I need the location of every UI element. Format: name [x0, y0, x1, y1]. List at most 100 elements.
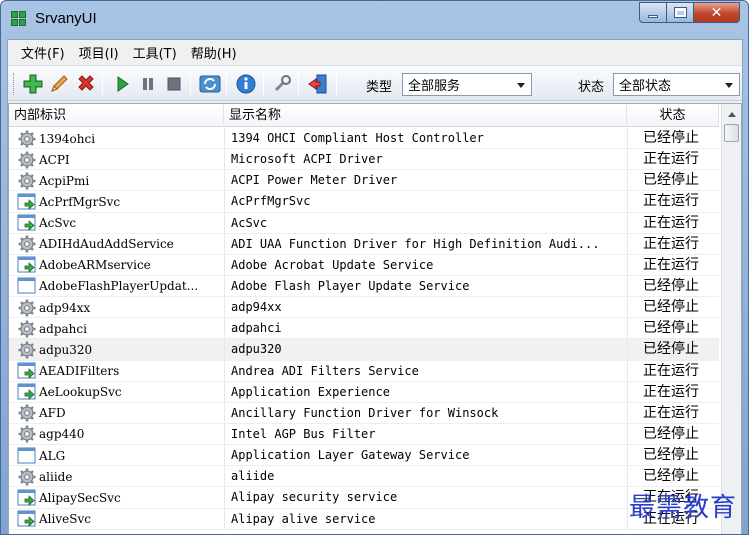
service-status: 已经停止: [643, 320, 699, 337]
gear-icon: [17, 299, 37, 317]
plus-icon: [23, 74, 43, 94]
type-filter-select[interactable]: 全部服务: [402, 73, 532, 96]
service-window-icon: [17, 362, 37, 380]
table-row[interactable]: AEADIFilters Andrea ADI Filters Service 正在…: [9, 360, 719, 382]
service-display-name: Adobe Flash Player Update Service: [231, 278, 470, 293]
blank-window-icon: [17, 277, 37, 295]
column-header-status[interactable]: 状态: [627, 104, 719, 127]
delete-button[interactable]: [75, 73, 97, 95]
service-id: AdobeFlashPlayerUpdat...: [39, 279, 199, 294]
service-id-cell: adpu320: [17, 339, 92, 360]
gear-icon: [17, 404, 37, 422]
close-button[interactable]: ✕: [694, 2, 740, 23]
edit-button[interactable]: [48, 73, 70, 95]
column-header-name[interactable]: 显示名称: [224, 104, 627, 127]
status-filter-value: 全部状态: [619, 79, 672, 94]
service-display-name: Application Experience: [231, 384, 390, 399]
menu-project[interactable]: 项目(I): [72, 40, 126, 65]
stop-button[interactable]: [163, 73, 185, 95]
gear-icon: [17, 468, 37, 486]
maximize-button[interactable]: [667, 2, 694, 23]
menu-file[interactable]: 文件(F): [14, 40, 72, 65]
table-row[interactable]: aliide aliide 已经停止: [9, 466, 719, 488]
add-button[interactable]: [22, 73, 44, 95]
table-row[interactable]: adpahci adpahci 已经停止: [9, 318, 719, 340]
refresh-button[interactable]: [199, 73, 221, 95]
about-button[interactable]: [235, 73, 257, 95]
vertical-scrollbar[interactable]: [721, 104, 741, 534]
table-row[interactable]: AdobeARMservice Adobe Acrobat Update Serv…: [9, 254, 719, 276]
table-row[interactable]: ALG Application Layer Gateway Service 已经停止: [9, 445, 719, 467]
pencil-icon: [51, 75, 68, 92]
table-row[interactable]: agp440 Intel AGP Bus Filter 已经停止: [9, 423, 719, 446]
service-display-name: Intel AGP Bus Filter: [231, 426, 376, 441]
title-bar[interactable]: SrvanyUI ✕: [1, 1, 748, 39]
stop-icon: [167, 77, 181, 91]
table-row[interactable]: ACPI Microsoft ACPI Driver 正在运行: [9, 149, 719, 171]
close-icon: ✕: [710, 4, 723, 21]
table-row[interactable]: AliveSvc Alipay alive service 正在运行: [9, 508, 719, 530]
app-window: SrvanyUI ✕ 文件(F) 项目(I) 工具(T) 帮助(H) 类型 全部…: [0, 0, 749, 535]
service-id: AeLookupSvc: [39, 385, 122, 400]
toolbar-separator: [190, 73, 191, 95]
type-filter-value: 全部服务: [408, 79, 461, 94]
table-row[interactable]: adpu320 adpu320 已经停止: [9, 339, 719, 361]
status-filter-label: 状态: [578, 80, 605, 95]
service-id: aliide: [39, 469, 73, 484]
service-id-cell: AdobeARMservice: [17, 255, 151, 276]
gear-icon: [17, 320, 37, 338]
table-row[interactable]: AeLookupSvc Application Experience 正在运行: [9, 381, 719, 403]
service-display-name: Alipay security service: [231, 490, 398, 505]
service-status: 已经停止: [643, 299, 699, 316]
service-id-cell: AFD: [17, 403, 66, 424]
minimize-icon: [648, 14, 658, 18]
settings-button[interactable]: [271, 73, 293, 95]
table-row[interactable]: AcSvc AcSvc 正在运行: [9, 212, 719, 234]
toolbar-separator: [298, 73, 299, 95]
chevron-down-icon: [725, 83, 733, 88]
start-button[interactable]: [111, 73, 133, 95]
table-row[interactable]: ADIHdAudAddService ADI UAA Function Drive…: [9, 233, 719, 255]
service-id: AcPrfMgrSvc: [39, 194, 121, 209]
chevron-down-icon: [517, 83, 525, 88]
pause-button[interactable]: [137, 73, 159, 95]
table-row[interactable]: adp94xx adp94xx 已经停止: [9, 297, 719, 319]
table-row[interactable]: AFD Ancillary Function Driver for Winsock…: [9, 402, 719, 424]
service-display-name: adpu320: [231, 342, 282, 357]
service-display-name: Andrea ADI Filters Service: [231, 363, 419, 378]
menu-help[interactable]: 帮助(H): [184, 40, 244, 65]
service-id: AEADIFilters: [39, 364, 120, 379]
table-row[interactable]: AcPrfMgrSvc AcPrfMgrSvc 正在运行: [9, 191, 719, 213]
exit-button[interactable]: [307, 73, 329, 95]
toolbar-separator: [336, 73, 337, 95]
service-id: AFD: [39, 406, 66, 421]
status-filter-select[interactable]: 全部状态: [613, 73, 740, 96]
service-id: AliveSvc: [39, 512, 91, 527]
service-id: AcSvc: [39, 216, 77, 231]
service-status: 正在运行: [643, 214, 699, 231]
refresh-icon: [199, 75, 221, 93]
delete-x-icon: [78, 75, 94, 91]
wrench-icon: [274, 75, 291, 92]
table-row[interactable]: 1394ohci 1394 OHCI Compliant Host Control…: [9, 128, 719, 150]
toolbar-grip[interactable]: [13, 73, 16, 95]
scrollbar-thumb[interactable]: [724, 124, 739, 142]
minimize-button[interactable]: [639, 2, 667, 23]
service-id: 1394ohci: [39, 131, 96, 146]
blank-window-icon: [17, 447, 37, 465]
service-id-cell: ACPI: [17, 149, 70, 170]
service-status: 正在运行: [643, 193, 699, 210]
table-row[interactable]: AcpiPmi ACPI Power Meter Driver 已经停止: [9, 170, 719, 192]
service-status: 正在运行: [643, 362, 699, 379]
table-row[interactable]: AdobeFlashPlayerUpdat... Adobe Flash Play…: [9, 275, 719, 298]
menu-tools[interactable]: 工具(T): [126, 40, 184, 65]
service-display-name: Microsoft ACPI Driver: [231, 152, 383, 167]
service-id-cell: AeLookupSvc: [17, 382, 122, 403]
scroll-up-button[interactable]: [724, 106, 739, 122]
app-logo-icon: [11, 11, 27, 27]
table-row[interactable]: AlipaySecSvc Alipay security service 正在运行: [9, 487, 719, 509]
column-header-id[interactable]: 内部标识: [9, 104, 224, 127]
service-status: 正在运行: [643, 235, 699, 252]
gear-icon: [17, 425, 37, 443]
service-id: ACPI: [39, 152, 70, 167]
